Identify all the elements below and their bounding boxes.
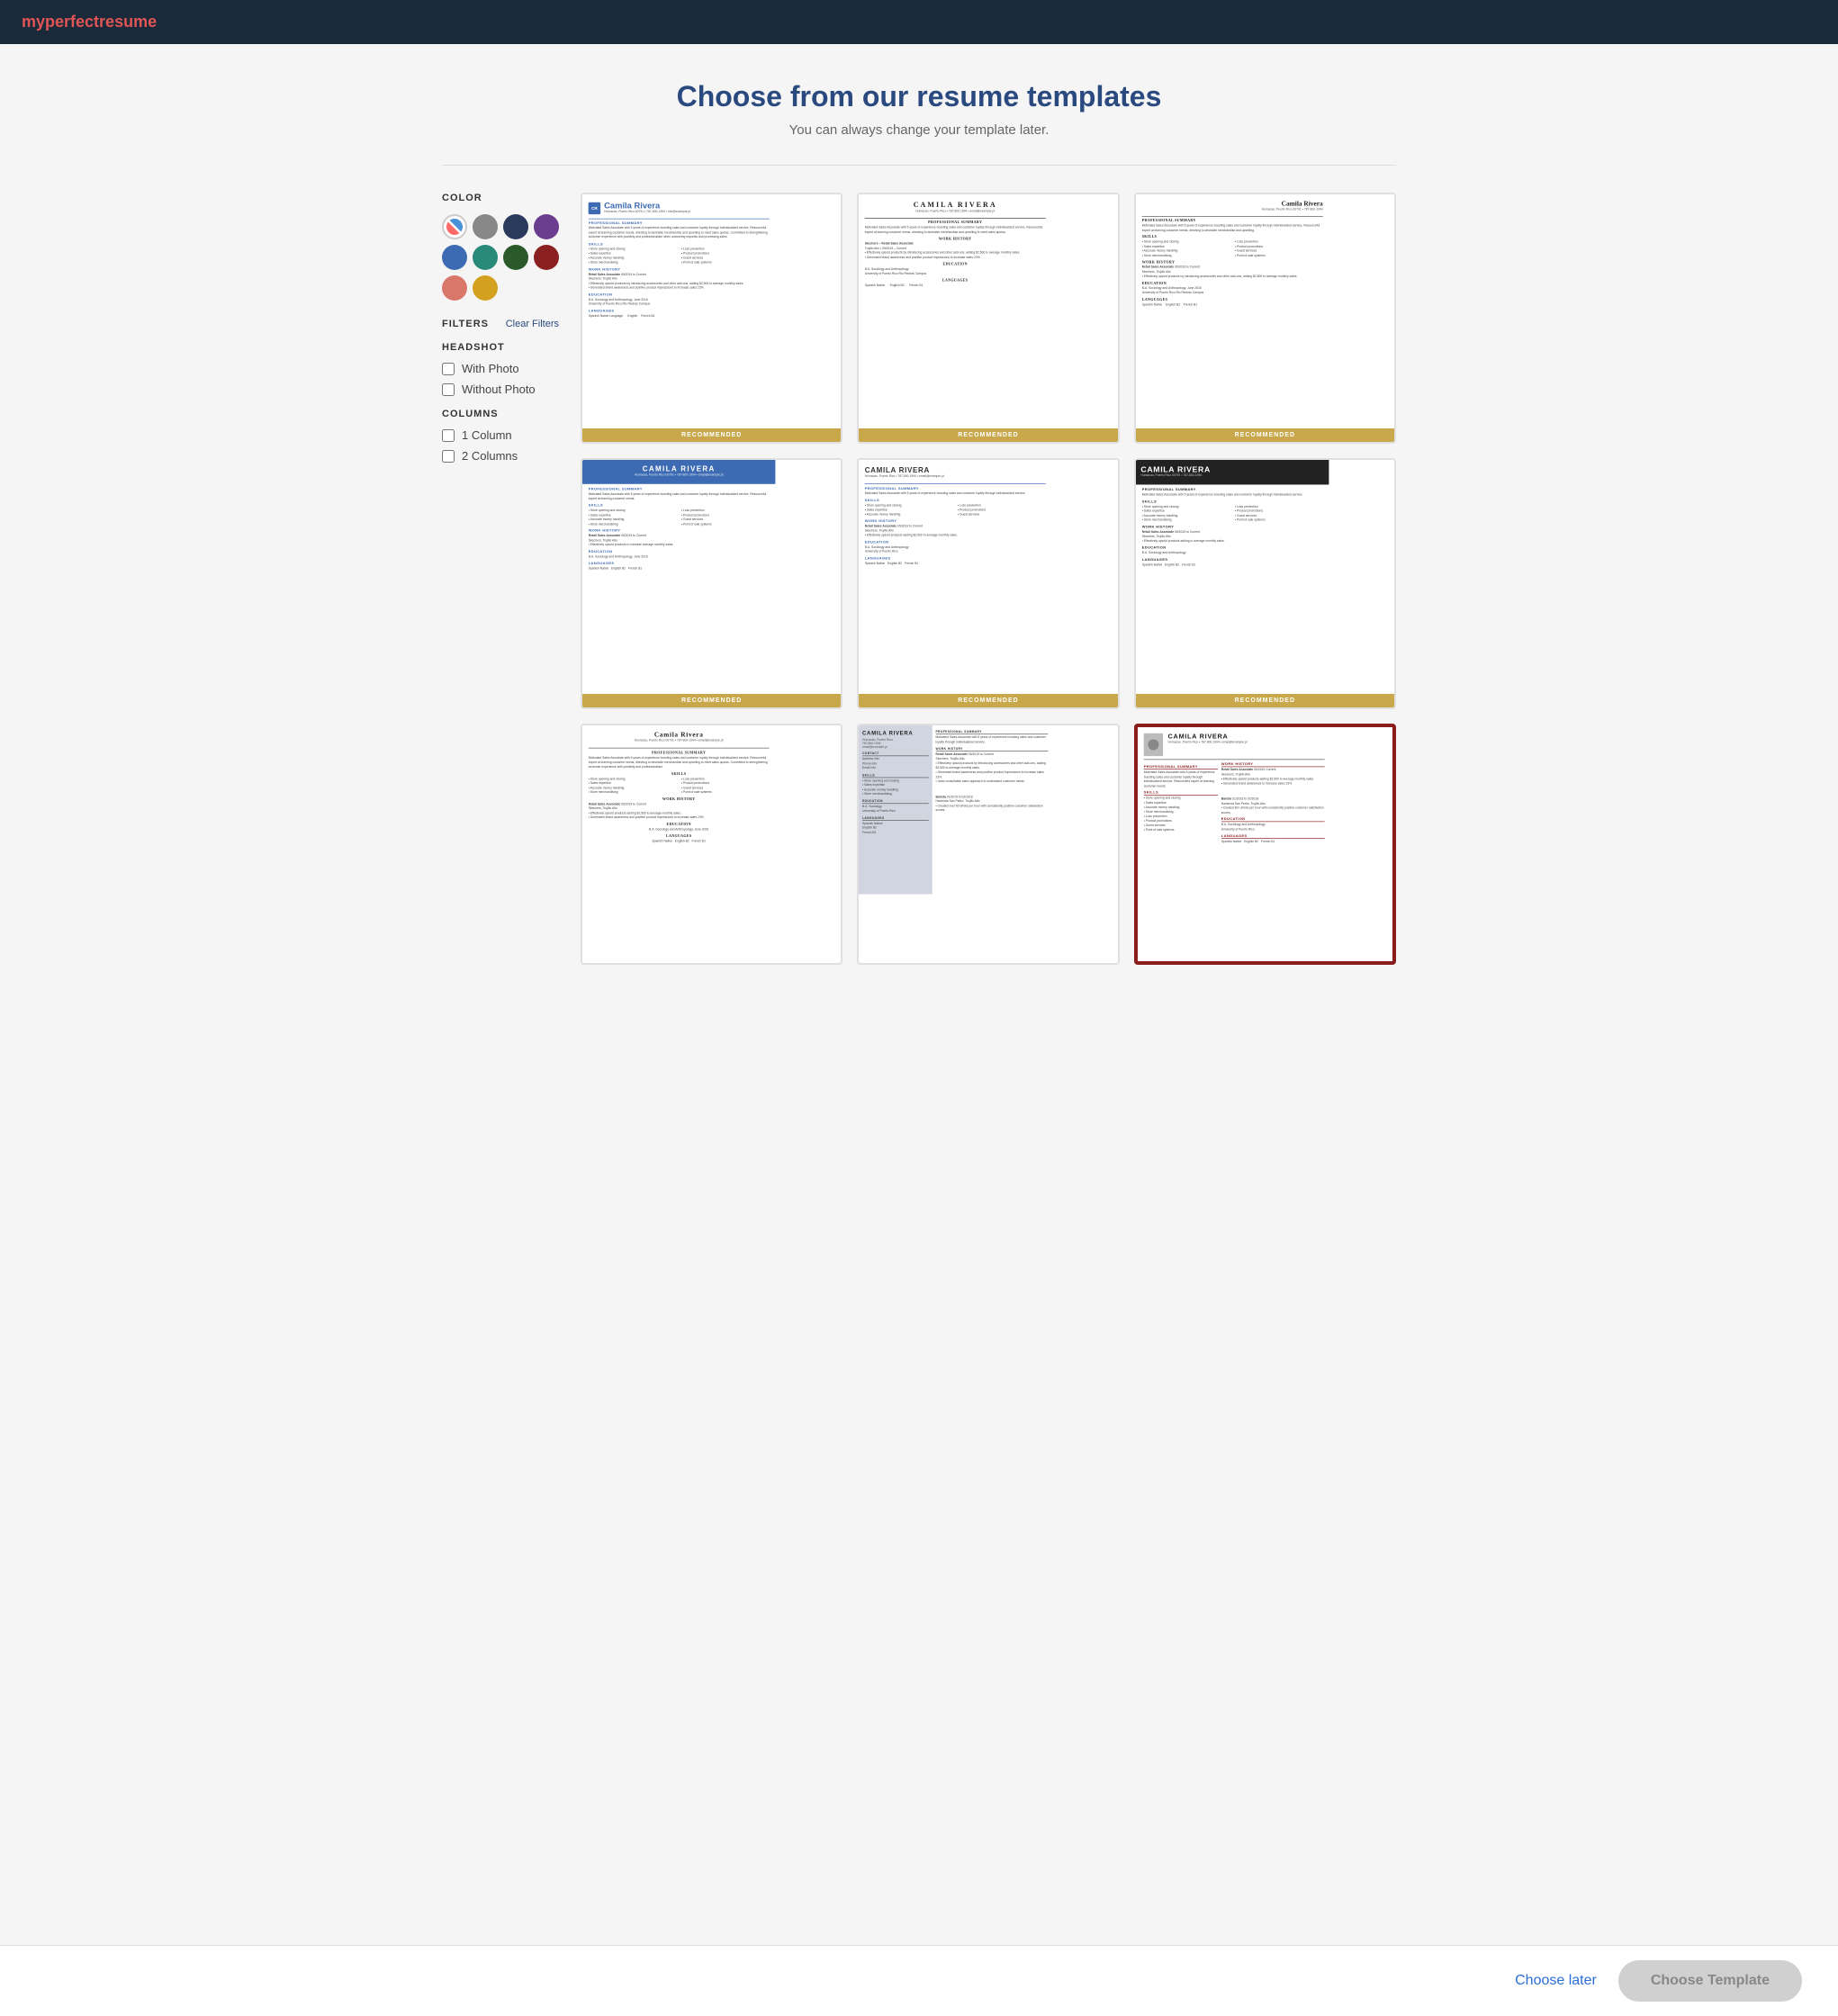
template-card-4[interactable]: CAMILA RIVERA Humacao, Puerto Rico 00791… bbox=[581, 458, 842, 709]
without-photo-option[interactable]: Without Photo bbox=[442, 382, 559, 396]
color-swatch-darkblue[interactable] bbox=[503, 214, 528, 239]
recommended-badge-6: RECOMMENDED bbox=[1136, 694, 1394, 707]
app-logo: myperfectresume bbox=[22, 13, 157, 32]
template-card-8[interactable]: CAMILA RIVERA Humacao, Puerto Rico787.80… bbox=[857, 724, 1119, 965]
with-photo-option[interactable]: With Photo bbox=[442, 362, 559, 375]
template-card-9[interactable]: CAMILA RIVERA Humacao, Puerto Rico • 787… bbox=[1134, 724, 1396, 965]
with-photo-label: With Photo bbox=[462, 362, 519, 375]
template-card-3[interactable]: Camila Rivera Humacao, Puerto Rico 00791… bbox=[1134, 193, 1396, 444]
filters-title: FILTERS bbox=[442, 319, 489, 329]
color-swatch-darkgreen[interactable] bbox=[503, 245, 528, 270]
template-thumb-6: CAMILA RIVERA Humacao, Puerto Rico 00791… bbox=[1136, 460, 1394, 694]
content-layout: COLOR FILTERS Clear Filters bbox=[442, 193, 1396, 965]
template-preview-8: CAMILA RIVERA Humacao, Puerto Rico787.80… bbox=[859, 725, 1117, 959]
page-subtitle: You can always change your template late… bbox=[442, 122, 1396, 138]
two-columns-option[interactable]: 2 Columns bbox=[442, 449, 559, 463]
color-swatch-gold[interactable] bbox=[473, 275, 498, 301]
template-card-5[interactable]: CAMILA RIVERA Humacao, Puerto Rico • 787… bbox=[857, 458, 1119, 709]
color-swatch-purple[interactable] bbox=[534, 214, 559, 239]
color-swatch-darkred[interactable] bbox=[534, 245, 559, 270]
template-thumb-9: CAMILA RIVERA Humacao, Puerto Rico • 787… bbox=[1138, 727, 1392, 961]
color-swatch-gray[interactable] bbox=[473, 214, 498, 239]
with-photo-checkbox[interactable] bbox=[442, 363, 455, 375]
template-preview-3: Camila Rivera Humacao, Puerto Rico 00791… bbox=[1136, 194, 1394, 428]
main-content: Choose from our resume templates You can… bbox=[0, 44, 1838, 1055]
clear-filters-link[interactable]: Clear Filters bbox=[506, 319, 559, 329]
recommended-badge-1: RECOMMENDED bbox=[582, 428, 841, 442]
template-preview-9: CAMILA RIVERA Humacao, Puerto Rico • 787… bbox=[1138, 727, 1392, 961]
recommended-badge-2: RECOMMENDED bbox=[859, 428, 1117, 442]
one-column-checkbox[interactable] bbox=[442, 429, 455, 442]
bottom-bar: Choose later Choose Template bbox=[0, 1945, 1838, 2016]
template-card-1[interactable]: CR Camila Rivera Humacao, Puerto Rico 00… bbox=[581, 193, 842, 444]
template-preview-1: CR Camila Rivera Humacao, Puerto Rico 00… bbox=[582, 194, 841, 428]
page-title: Choose from our resume templates bbox=[442, 80, 1396, 113]
choose-template-button[interactable]: Choose Template bbox=[1618, 1960, 1802, 2002]
template-preview-6: CAMILA RIVERA Humacao, Puerto Rico 00791… bbox=[1136, 460, 1394, 694]
template-thumb-5: CAMILA RIVERA Humacao, Puerto Rico • 787… bbox=[859, 460, 1117, 694]
without-photo-label: Without Photo bbox=[462, 382, 536, 396]
color-swatch-teal[interactable] bbox=[473, 245, 498, 270]
template-preview-4: CAMILA RIVERA Humacao, Puerto Rico 00791… bbox=[582, 460, 841, 694]
filters-header: FILTERS Clear Filters bbox=[442, 319, 559, 329]
template-preview-2: CAMILA RIVERA Humacao, Puerto Rico • 787… bbox=[859, 194, 1117, 428]
template-thumb-8: CAMILA RIVERA Humacao, Puerto Rico787.80… bbox=[859, 725, 1117, 959]
without-photo-checkbox[interactable] bbox=[442, 383, 455, 396]
template-thumb-1: CR Camila Rivera Humacao, Puerto Rico 00… bbox=[582, 194, 841, 428]
one-column-label: 1 Column bbox=[462, 428, 512, 442]
logo-highlight: perfect bbox=[45, 13, 99, 31]
color-swatch-blue[interactable] bbox=[442, 245, 467, 270]
template-thumb-3: Camila Rivera Humacao, Puerto Rico 00791… bbox=[1136, 194, 1394, 428]
columns-section-title: COLUMNS bbox=[442, 409, 559, 419]
headshot-section-title: HEADSHOT bbox=[442, 342, 559, 353]
color-section-title: COLOR bbox=[442, 193, 559, 203]
color-swatch-salmon[interactable] bbox=[442, 275, 467, 301]
logo-prefix: my bbox=[22, 13, 45, 31]
color-grid bbox=[442, 214, 559, 301]
sidebar: COLOR FILTERS Clear Filters bbox=[442, 193, 559, 965]
recommended-badge-5: RECOMMENDED bbox=[859, 694, 1117, 707]
one-column-option[interactable]: 1 Column bbox=[442, 428, 559, 442]
two-columns-checkbox[interactable] bbox=[442, 450, 455, 463]
template-card-7[interactable]: Camila Rivera Humacao, Puerto Rico 00791… bbox=[581, 724, 842, 965]
template-preview-5: CAMILA RIVERA Humacao, Puerto Rico • 787… bbox=[859, 460, 1117, 694]
templates-grid: CR Camila Rivera Humacao, Puerto Rico 00… bbox=[581, 193, 1396, 965]
template-card-2[interactable]: CAMILA RIVERA Humacao, Puerto Rico • 787… bbox=[857, 193, 1119, 444]
recommended-badge-3: RECOMMENDED bbox=[1136, 428, 1394, 442]
section-divider bbox=[442, 165, 1396, 166]
template-thumb-7: Camila Rivera Humacao, Puerto Rico 00791… bbox=[582, 725, 841, 959]
two-columns-label: 2 Columns bbox=[462, 449, 518, 463]
color-swatch-rainbow[interactable] bbox=[442, 214, 467, 239]
logo-suffix: resume bbox=[99, 13, 157, 31]
template-card-6[interactable]: CAMILA RIVERA Humacao, Puerto Rico 00791… bbox=[1134, 458, 1396, 709]
choose-later-button[interactable]: Choose later bbox=[1515, 1973, 1597, 1989]
template-thumb-4: CAMILA RIVERA Humacao, Puerto Rico 00791… bbox=[582, 460, 841, 694]
template-thumb-2: CAMILA RIVERA Humacao, Puerto Rico • 787… bbox=[859, 194, 1117, 428]
template-preview-7: Camila Rivera Humacao, Puerto Rico 00791… bbox=[582, 725, 841, 959]
recommended-badge-4: RECOMMENDED bbox=[582, 694, 841, 707]
app-header: myperfectresume bbox=[0, 0, 1838, 44]
